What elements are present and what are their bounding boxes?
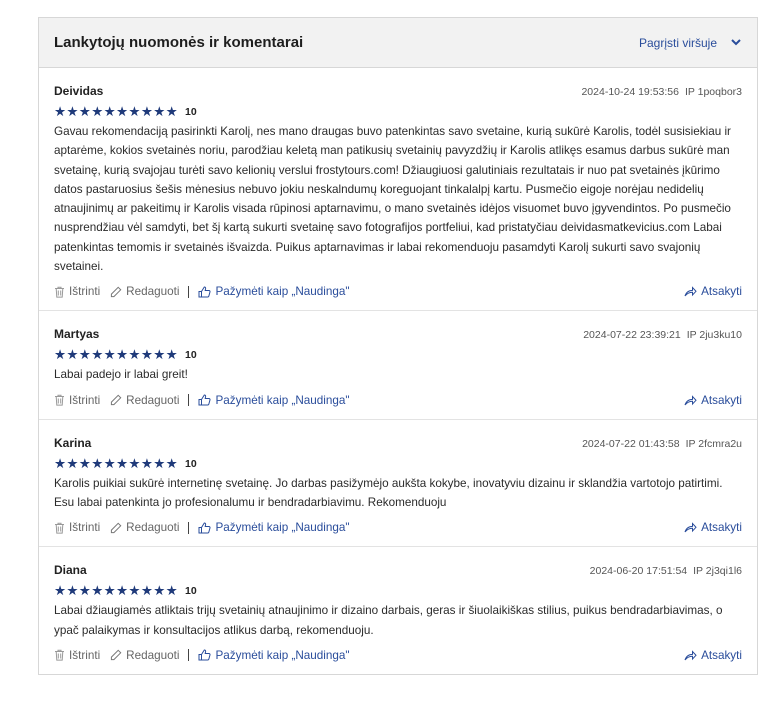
pencil-icon (111, 522, 122, 533)
reply-label: Atsakyti (701, 393, 742, 407)
thumbs-up-icon (198, 286, 212, 298)
review-text: Labai džiaugiamės atliktais trijų svetai… (54, 604, 723, 637)
review-meta: 2024-07-22 01:43:58 IP 2fcmra2u (582, 438, 742, 450)
review-actions: Ištrinti Redaguoti Pažymėti kaip „Naudin… (54, 521, 742, 534)
review-datetime: 2024-07-22 01:43:58 (582, 437, 680, 450)
review-text: Labai padejo ir labai greit! (54, 368, 188, 382)
review-actions: Ištrinti Redaguoti Pažymėti kaip „Naudin… (54, 649, 742, 662)
reply-arrow-icon (684, 650, 697, 661)
delete-button[interactable]: Ištrinti (54, 521, 100, 534)
review-author: Deividas (54, 84, 104, 98)
mark-useful-label: Pažymėti kaip „Naudinga" (215, 521, 350, 535)
review-author: Karina (54, 435, 92, 450)
delete-label: Ištrinti (69, 521, 101, 535)
trash-icon (55, 286, 64, 298)
mark-useful-button[interactable]: Pažymėti kaip „Naudinga" (198, 393, 350, 407)
mark-useful-button[interactable]: Pažymėti kaip „Naudinga" (198, 648, 350, 662)
pencil-icon (111, 286, 122, 297)
pencil-icon (111, 394, 122, 406)
delete-button[interactable]: Ištrinti (54, 285, 100, 298)
review-text: Karolis puikiai sukūrė internetinę sveta… (54, 476, 723, 509)
edit-button[interactable]: Redaguoti (110, 285, 179, 298)
review-rating: ★★★★★★★★★★ 10 (54, 348, 742, 362)
reply-button[interactable]: Atsakyti (684, 521, 742, 534)
divider (188, 521, 190, 534)
star-rating-icon: ★★★★★★★★★★ (54, 583, 179, 599)
review-item: Martyas 2024-07-22 23:39:21 IP 2ju3ku10 ★… (39, 311, 757, 420)
review-datetime: 2024-07-22 23:39:21 (583, 329, 681, 342)
review-ip: IP 2j3qi1l6 (693, 565, 742, 578)
review-ip: IP 1poqbor3 (684, 86, 742, 98)
edit-label: Redaguoti (126, 393, 180, 407)
review-author: Martyas (54, 327, 100, 342)
trash-icon (55, 522, 64, 534)
delete-button[interactable]: Ištrinti (54, 394, 100, 407)
star-rating-icon: ★★★★★★★★★★ (54, 104, 179, 119)
thumbs-up-icon (198, 394, 212, 406)
reply-button[interactable]: Atsakyti (684, 394, 742, 407)
reply-button[interactable]: Atsakyti (684, 649, 742, 662)
reply-label: Atsakyti (701, 521, 742, 535)
review-score: 10 (185, 106, 197, 118)
star-rating-icon: ★★★★★★★★★★ (54, 455, 179, 471)
delete-label: Ištrinti (69, 648, 101, 662)
divider (188, 649, 190, 662)
delete-label: Ištrinti (69, 285, 101, 299)
mark-useful-button[interactable]: Pažymėti kaip „Naudinga" (198, 285, 350, 299)
reviews-panel: Lankytojų nuomonės ir komentarai Pagrįst… (38, 17, 758, 675)
review-datetime: 2024-10-24 19:53:56 (581, 86, 679, 98)
edit-label: Redaguoti (126, 521, 180, 535)
trash-icon (55, 394, 64, 406)
star-rating-icon: ★★★★★★★★★★ (54, 347, 179, 363)
mark-useful-label: Pažymėti kaip „Naudinga" (215, 648, 350, 662)
review-ip: IP 2ju3ku10 (686, 329, 742, 342)
reply-arrow-icon (684, 286, 697, 297)
review-item: Karina 2024-07-22 01:43:58 IP 2fcmra2u ★★… (39, 420, 757, 548)
edit-button[interactable]: Redaguoti (110, 521, 179, 534)
review-rating: ★★★★★★★★★★ 10 (54, 455, 742, 471)
review-text: Gavau rekomendaciją pasirinkti Karolį, n… (54, 125, 731, 274)
reply-label: Atsakyti (701, 648, 742, 662)
pencil-icon (111, 649, 122, 661)
review-score: 10 (185, 585, 197, 598)
reply-arrow-icon (684, 522, 697, 533)
review-author: Diana (54, 563, 87, 578)
edit-label: Redaguoti (126, 285, 180, 299)
review-actions: Ištrinti Redaguoti Pažymėti kaip „Naudin… (54, 394, 742, 407)
mark-useful-label: Pažymėti kaip „Naudinga" (215, 285, 350, 299)
panel-title: Lankytojų nuomonės ir komentarai (54, 34, 304, 51)
edit-label: Redaguoti (126, 648, 180, 662)
chevron-down-icon (731, 39, 741, 46)
sort-dropdown[interactable]: Pagrįsti viršuje (639, 36, 741, 50)
trash-icon (55, 650, 64, 661)
divider (188, 285, 190, 298)
review-datetime: 2024-06-20 17:51:54 (589, 565, 688, 578)
reply-arrow-icon (684, 394, 697, 405)
edit-button[interactable]: Redaguoti (110, 649, 179, 662)
review-item: Diana 2024-06-20 17:51:54 IP 2j3qi1l6 ★★★… (39, 547, 757, 674)
review-rating: ★★★★★★★★★★ 10 (54, 584, 742, 598)
delete-label: Ištrinti (69, 393, 101, 407)
review-ip: IP 2fcmra2u (685, 437, 742, 450)
thumbs-up-icon (198, 649, 212, 661)
reply-label: Atsakyti (701, 285, 742, 299)
review-meta: 2024-07-22 23:39:21 IP 2ju3ku10 (583, 329, 742, 341)
edit-button[interactable]: Redaguoti (110, 394, 179, 407)
review-actions: Ištrinti Redaguoti Pažymėti kaip „Naudin… (54, 285, 742, 298)
delete-button[interactable]: Ištrinti (54, 649, 100, 662)
review-meta: 2024-06-20 17:51:54 IP 2j3qi1l6 (590, 565, 742, 577)
review-meta: 2024-10-24 19:53:56 IP 1poqbor3 (581, 86, 742, 98)
review-score: 10 (185, 457, 197, 470)
mark-useful-label: Pažymėti kaip „Naudinga" (215, 393, 350, 407)
review-score: 10 (185, 349, 197, 362)
review-item: Deividas 2024-10-24 19:53:56 IP 1poqbor3 … (39, 68, 757, 312)
mark-useful-button[interactable]: Pažymėti kaip „Naudinga" (198, 521, 350, 535)
thumbs-up-icon (198, 522, 212, 534)
sort-label: Pagrįsti viršuje (638, 35, 717, 50)
panel-header: Lankytojų nuomonės ir komentarai Pagrįst… (39, 18, 757, 68)
review-rating: ★★★★★★★★★★ 10 (54, 105, 742, 119)
reply-button[interactable]: Atsakyti (684, 285, 742, 298)
divider (188, 394, 190, 407)
